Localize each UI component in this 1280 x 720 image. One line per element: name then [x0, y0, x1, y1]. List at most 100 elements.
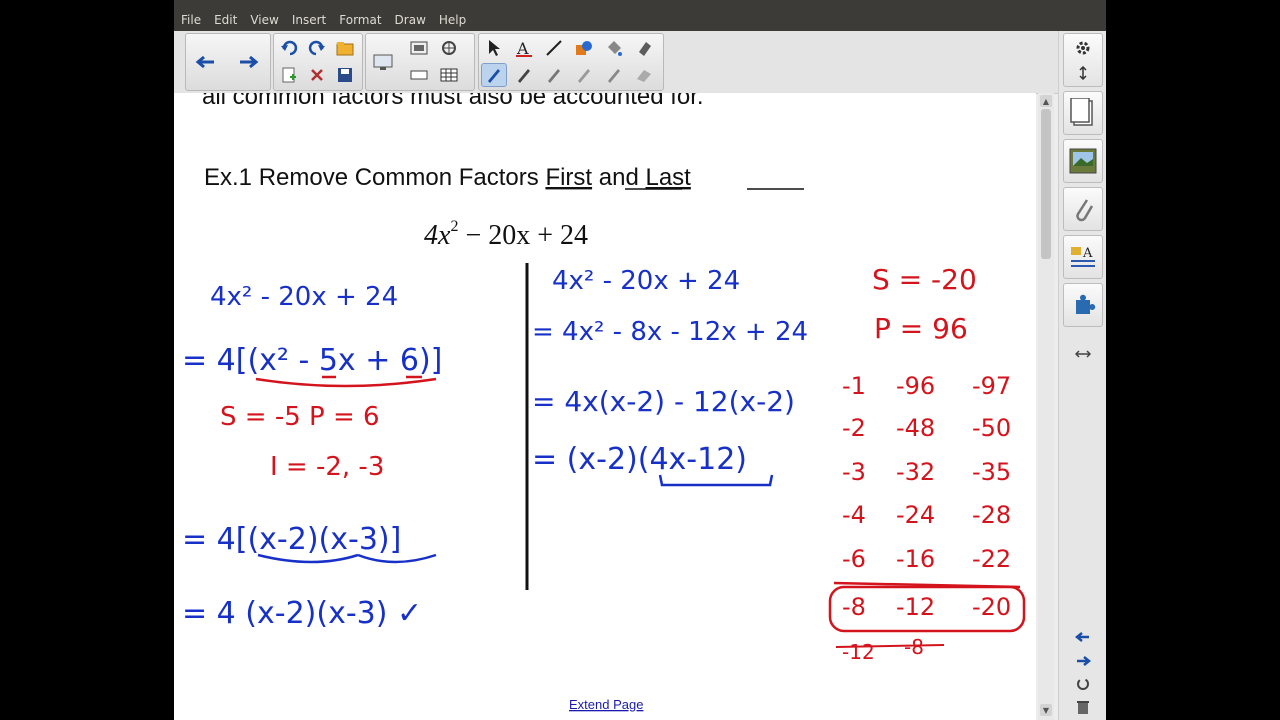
properties-tab[interactable]: A: [1063, 235, 1103, 279]
example-heading: Ex.1 Remove Common Factors First and Las…: [204, 164, 691, 191]
save-button[interactable]: [332, 63, 358, 87]
extend-page-link[interactable]: Extend Page: [569, 697, 643, 712]
calligraphic-pen-icon: [548, 69, 560, 83]
menu-file[interactable]: File: [181, 10, 201, 31]
factor-row6-sum: -20: [972, 593, 1011, 621]
svg-text:A: A: [516, 39, 529, 57]
ink-left-line3: = 4[(x-2)(x-3)]: [182, 522, 401, 557]
ink-brace-1: [255, 377, 437, 388]
magic-pen-icon: [608, 69, 620, 83]
gallery-tab[interactable]: [1063, 139, 1103, 183]
menu-bar: File Edit View Insert Format Draw Help: [174, 10, 1106, 31]
capture-button[interactable]: [406, 36, 432, 60]
text-tool-button[interactable]: A: [511, 36, 537, 60]
page-sorter-icon: [1070, 98, 1093, 126]
ink-mid-line3: = 4x(x-2) - 12(x-2): [532, 385, 795, 418]
select-tool-button[interactable]: [481, 36, 507, 60]
dual-page-icon: [410, 70, 428, 80]
crossed-a: -12: [842, 640, 875, 664]
factor-row6-b: -12: [896, 593, 935, 621]
text-icon: A: [516, 39, 532, 57]
toolbar-group-navigation: [185, 33, 271, 91]
toolbar-group-capture: [365, 33, 475, 91]
caret-up-icon: ▲: [1042, 96, 1050, 106]
ink-right-p: P = 96: [874, 312, 968, 345]
magic-pen-button[interactable]: [601, 63, 627, 87]
shape-recognition-pen-button[interactable]: [631, 63, 657, 87]
creative-pen-button[interactable]: [511, 63, 537, 87]
highlighter-button[interactable]: [571, 63, 597, 87]
smart-notebook-window: File Edit View Insert Format Draw Help A…: [174, 0, 1106, 720]
caret-down-icon: ▼: [1042, 705, 1050, 715]
properties-icon: A: [1071, 246, 1095, 267]
menu-format[interactable]: Format: [339, 10, 381, 31]
add-page-icon: [282, 67, 296, 83]
fill-tool-button[interactable]: [601, 36, 627, 60]
refresh-icon[interactable]: [1075, 677, 1091, 691]
undo-button[interactable]: [276, 36, 302, 60]
toolbar-group-tools: A: [478, 33, 664, 91]
fill-bucket-icon: [608, 41, 622, 56]
attachments-tab[interactable]: [1063, 187, 1103, 231]
page-scrollbar[interactable]: ▲ ▼: [1038, 93, 1054, 720]
ink-middle-column: 4x² - 20x + 24 = 4x² - 8x - 12x + 24 = 4…: [532, 266, 808, 487]
menu-view[interactable]: View: [250, 10, 278, 31]
previous-page-button[interactable]: [192, 50, 218, 74]
gear-icon: [1076, 41, 1090, 55]
factor-row2-b: -48: [896, 414, 935, 442]
menu-help[interactable]: Help: [439, 10, 466, 31]
resize-horizontal-icon[interactable]: [1075, 349, 1091, 359]
delete-button[interactable]: [304, 63, 330, 87]
ink-left-column: 4x² - 20x + 24 = 4[(x² - 5x + 6)] S = -5…: [182, 282, 442, 631]
scroll-down-button[interactable]: ▼: [1040, 704, 1052, 716]
menu-edit[interactable]: Edit: [214, 10, 237, 31]
factor-row3-a: -3: [842, 458, 866, 486]
shapes-tool-button[interactable]: [571, 36, 597, 60]
menu-draw[interactable]: Draw: [395, 10, 426, 31]
addons-tab[interactable]: [1063, 283, 1103, 327]
redo-button[interactable]: [304, 36, 330, 60]
ink-right-s: S = -20: [872, 263, 977, 296]
eraser-tool-button[interactable]: [631, 36, 657, 60]
back-arrow-icon: [195, 55, 214, 69]
factor-row1-a: -1: [842, 372, 866, 400]
dual-page-button[interactable]: [406, 63, 432, 87]
heading-prefix: Ex.1 Remove Common Factors: [204, 164, 545, 191]
notebook-page[interactable]: all common factors must also be accounte…: [174, 93, 1036, 720]
move-vertical-icon: [1079, 66, 1087, 80]
next-page-button[interactable]: [236, 50, 262, 74]
heading-and: and: [592, 164, 645, 191]
calligraphic-pen-button[interactable]: [541, 63, 567, 87]
toolbar: A: [174, 31, 1106, 94]
ink-left-line4: = 4 (x-2)(x-3) ✓: [182, 596, 422, 631]
attachments-icon: [1076, 199, 1094, 222]
factor-row5-a: -6: [842, 545, 866, 573]
shape-fill-icon: [576, 41, 592, 55]
ink-left-line2: = 4[(x² - 5x + 6)]: [182, 343, 442, 378]
crossed-b: -8: [904, 635, 924, 659]
pen-tool-button[interactable]: [481, 63, 507, 87]
open-button[interactable]: [332, 36, 358, 60]
delete-icon: [311, 69, 323, 81]
svg-text:A: A: [1082, 246, 1093, 261]
add-page-button[interactable]: [276, 63, 302, 87]
page-sorter-tab[interactable]: [1063, 91, 1103, 135]
settings-panel-button[interactable]: [1063, 33, 1103, 87]
pen-icon: [488, 69, 500, 83]
save-icon: [338, 68, 352, 82]
ink-right-column: S = -20 P = 96 -1 -96 -97 -2 -48 -50 -3 …: [828, 263, 1026, 664]
document-camera-button[interactable]: [436, 36, 462, 60]
screen-shade-button[interactable]: [370, 50, 396, 74]
next-page-small-icon[interactable]: [1075, 655, 1091, 667]
gallery-icon: [1069, 148, 1097, 174]
scroll-thumb[interactable]: [1041, 109, 1051, 259]
ink-mid-line1: 4x² - 20x + 24: [552, 266, 740, 296]
scroll-up-button[interactable]: ▲: [1040, 95, 1052, 107]
prev-page-small-icon[interactable]: [1075, 631, 1091, 643]
line-tool-button[interactable]: [541, 36, 567, 60]
menu-insert[interactable]: Insert: [292, 10, 326, 31]
table-button[interactable]: [436, 63, 462, 87]
trash-icon[interactable]: [1075, 699, 1091, 715]
table-icon: [440, 68, 458, 82]
select-arrow-icon: [489, 40, 500, 56]
